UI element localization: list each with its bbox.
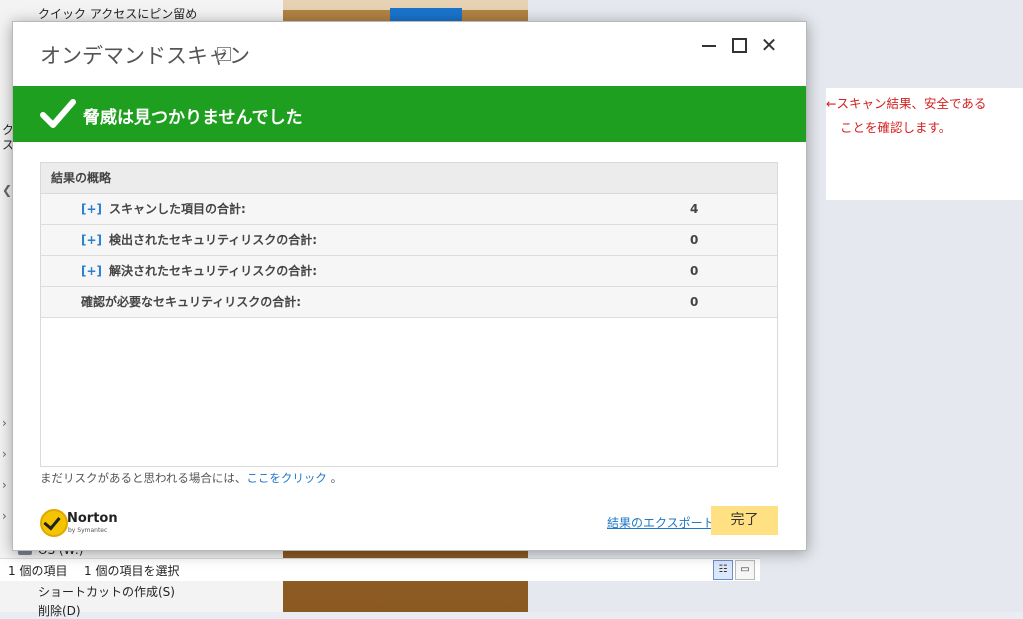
- norton-check-icon: [40, 509, 68, 537]
- expand-button[interactable]: [+]: [81, 225, 102, 255]
- click-here-link[interactable]: ここをクリック: [246, 471, 327, 485]
- help-icon[interactable]: ?: [217, 47, 231, 61]
- tree-expand-icon[interactable]: ›: [2, 447, 7, 461]
- summary-row-scanned: [+] スキャンした項目の合計: 4: [41, 194, 777, 225]
- done-button[interactable]: 完了: [711, 506, 778, 535]
- context-menu-delete[interactable]: 削除(D): [38, 602, 81, 619]
- norton-logo-byline: by Symantec: [68, 527, 108, 534]
- checkmark-icon: [40, 99, 76, 128]
- status-item-count: 1 個の項目: [8, 564, 68, 578]
- row-value: 0: [690, 233, 699, 247]
- minimize-button[interactable]: [699, 35, 719, 55]
- tree-expand-icon[interactable]: ›: [2, 509, 7, 523]
- footnote-suffix: 。: [330, 471, 343, 485]
- annotation-line-1: ←スキャン結果、安全である: [826, 96, 987, 111]
- row-value: 0: [690, 295, 699, 309]
- row-label: 確認が必要なセキュリティリスクの合計:: [81, 295, 302, 309]
- row-label: 検出されたセキュリティリスクの合計:: [109, 233, 318, 247]
- details-view-icon[interactable]: ☷: [713, 560, 733, 580]
- result-banner: 脅威は見つかりませんでした: [13, 86, 806, 142]
- summary-row-resolved: [+] 解決されたセキュリティリスクの合計: 0: [41, 256, 777, 287]
- context-menu-create-shortcut[interactable]: ショートカットの作成(S): [38, 583, 175, 600]
- summary-row-detected: [+] 検出されたセキュリティリスクの合計: 0: [41, 225, 777, 256]
- norton-logo: Norton by Symantec: [40, 509, 120, 537]
- scan-dialog: オンデマンドスキャン ? ✕ 脅威は見つかりませんでした 結果の概略 [+] ス…: [12, 21, 807, 551]
- annotation-note: ←スキャン結果、安全である ことを確認します。: [826, 88, 1023, 200]
- row-label: 解決されたセキュリティリスクの合計:: [109, 264, 318, 278]
- maximize-button[interactable]: [729, 35, 749, 55]
- banner-message: 脅威は見つかりませんでした: [83, 108, 303, 128]
- footnote-text: まだリスクがあると思われる場合には、: [40, 471, 247, 485]
- back-arrow-icon[interactable]: ❮: [2, 183, 12, 197]
- expand-button[interactable]: [+]: [81, 194, 102, 224]
- row-value: 4: [690, 202, 699, 216]
- large-icons-view-icon[interactable]: ▭: [735, 560, 755, 580]
- tree-expand-icon[interactable]: ›: [2, 478, 7, 492]
- tree-expand-icon[interactable]: ›: [2, 416, 7, 430]
- annotation-line-2: ことを確認します。: [840, 120, 952, 135]
- summary-header: 結果の概略: [41, 163, 777, 194]
- explorer-status-bar: 1 個の項目 1 個の項目を選択: [0, 558, 760, 581]
- results-summary: 結果の概略 [+] スキャンした項目の合計: 4 [+] 検出されたセキュリティ…: [40, 162, 778, 467]
- status-selected-count: 1 個の項目を選択: [84, 564, 180, 578]
- summary-row-attention: 確認が必要なセキュリティリスクの合計: 0: [41, 287, 777, 318]
- norton-logo-name: Norton: [67, 511, 118, 526]
- row-value: 0: [690, 264, 699, 278]
- footnote: まだリスクがあると思われる場合には、ここをクリック 。: [40, 470, 342, 486]
- context-menu-pin-quick-access[interactable]: クイック アクセスにピン留め: [38, 5, 197, 22]
- close-icon[interactable]: ✕: [759, 35, 779, 55]
- row-label: スキャンした項目の合計:: [109, 202, 246, 216]
- expand-button[interactable]: [+]: [81, 256, 102, 286]
- export-results-link[interactable]: 結果のエクスポート: [607, 514, 715, 531]
